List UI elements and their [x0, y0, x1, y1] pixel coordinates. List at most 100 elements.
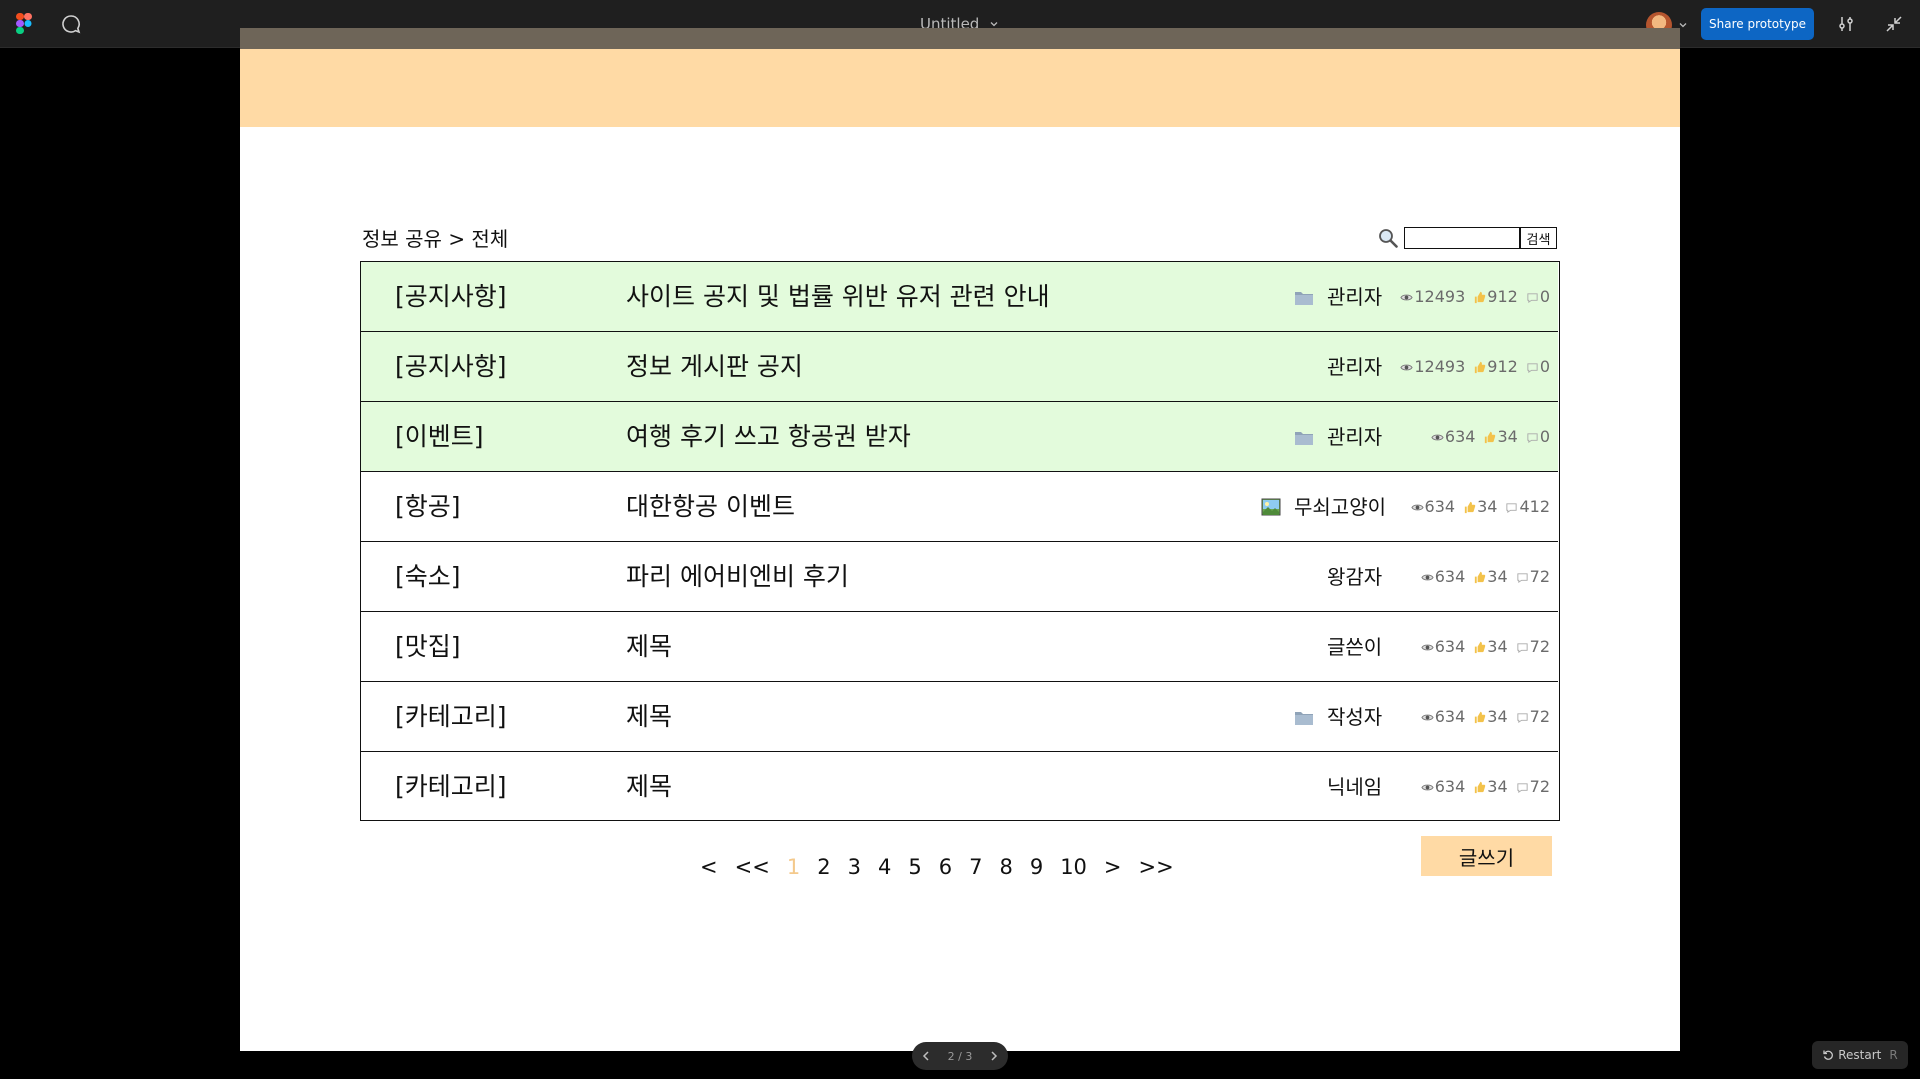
- likes-stat: 34: [1463, 471, 1497, 543]
- post-row[interactable]: [카테고리] 제목 닉네임 634 34 72: [361, 752, 1558, 822]
- views-stat: 12493: [1400, 261, 1465, 333]
- likes-count: 34: [1497, 427, 1518, 446]
- post-row[interactable]: [이벤트] 여행 후기 쓰고 항공권 받자 관리자 634 34 0: [361, 402, 1558, 472]
- post-title-link[interactable]: 대한항공 이벤트: [626, 472, 795, 542]
- likes-count: 34: [1487, 707, 1508, 726]
- comment-bubble-icon: [1517, 712, 1528, 723]
- post-row[interactable]: [맛집] 제목 글쓴이 634 34 72: [361, 612, 1558, 682]
- likes-stat: 34: [1473, 751, 1508, 823]
- post-row[interactable]: [공지사항] 정보 게시판 공지 관리자 12493 912 0: [361, 332, 1558, 402]
- page-number-4[interactable]: 4: [878, 855, 891, 879]
- search-button[interactable]: 검색: [1520, 227, 1557, 249]
- post-author: 관리자: [1327, 285, 1383, 309]
- thumbs-up-icon: [1475, 361, 1486, 373]
- post-row[interactable]: [숙소] 파리 에어비엔비 후기 왕감자 634 34 72: [361, 542, 1558, 612]
- views-stat: 12493: [1400, 331, 1465, 403]
- post-category: [공지사항]: [395, 282, 507, 311]
- thumbs-up-icon: [1464, 501, 1476, 513]
- likes-count: 34: [1487, 777, 1508, 796]
- post-author: 왕감자: [1327, 565, 1383, 589]
- post-category: [항공]: [395, 492, 461, 521]
- breadcrumb: 정보 공유 > 전체: [362, 227, 509, 251]
- views-count: 634: [1434, 707, 1466, 726]
- search-input[interactable]: [1404, 227, 1520, 249]
- first-page-button[interactable]: <<: [735, 855, 770, 879]
- folder-icon: [1295, 432, 1313, 445]
- comment-bubble-icon: [1527, 292, 1538, 303]
- settings-sliders-icon[interactable]: [1836, 14, 1856, 34]
- post-title-link[interactable]: 제목: [626, 752, 672, 822]
- likes-stat: 34: [1483, 401, 1518, 473]
- views-stat: 634: [1410, 471, 1455, 543]
- last-page-button[interactable]: >>: [1139, 855, 1174, 879]
- comment-icon[interactable]: [60, 13, 82, 35]
- collapse-icon[interactable]: [1884, 14, 1904, 34]
- thumbs-up-icon: [1485, 431, 1496, 443]
- post-row[interactable]: [카테고리] 제목 작성자 634 34 72: [361, 682, 1558, 752]
- post-stats: 12493 912 0: [1392, 262, 1550, 332]
- views-stat: 634: [1421, 681, 1466, 753]
- chevron-right-icon[interactable]: [988, 1050, 1000, 1062]
- thumbs-up-icon: [1475, 291, 1486, 303]
- eye-icon: [1431, 434, 1444, 440]
- page-number-10[interactable]: 10: [1060, 855, 1087, 879]
- header-band-shadow: [240, 28, 1680, 49]
- figma-logo-icon[interactable]: [14, 12, 34, 36]
- eye-icon: [1421, 574, 1434, 580]
- next-page-button[interactable]: >: [1104, 855, 1122, 879]
- comments-count: 0: [1539, 287, 1550, 306]
- comments-count: 412: [1519, 497, 1550, 516]
- views-stat: 634: [1421, 541, 1466, 613]
- likes-count: 912: [1487, 357, 1518, 376]
- thumbs-up-icon: [1475, 711, 1486, 723]
- post-title-link[interactable]: 여행 후기 쓰고 항공권 받자: [626, 402, 911, 472]
- page-number-8[interactable]: 8: [999, 855, 1012, 879]
- post-title-link[interactable]: 사이트 공지 및 법률 위반 유저 관련 안내: [626, 262, 1050, 332]
- page-number-6[interactable]: 6: [939, 855, 952, 879]
- post-category: [숙소]: [395, 562, 461, 591]
- post-title-link[interactable]: 제목: [626, 682, 672, 752]
- comments-stat: 72: [1516, 611, 1550, 683]
- page-number-9[interactable]: 9: [1030, 855, 1043, 879]
- views-count: 634: [1434, 567, 1466, 586]
- post-stats: 634 34 0: [1423, 402, 1550, 472]
- views-stat: 634: [1421, 751, 1465, 823]
- restart-label: Restart: [1838, 1048, 1882, 1062]
- post-category: [이벤트]: [395, 422, 484, 451]
- header-band: [240, 49, 1680, 127]
- post-title-link[interactable]: 제목: [626, 612, 672, 682]
- post-stats: 634 34 412: [1403, 472, 1550, 542]
- likes-stat: 34: [1473, 681, 1508, 753]
- page-number-2[interactable]: 2: [817, 855, 830, 879]
- views-count: 12493: [1414, 357, 1466, 376]
- comments-count: 0: [1539, 357, 1550, 376]
- restart-button[interactable]: Restart R: [1812, 1041, 1908, 1069]
- likes-count: 34: [1477, 497, 1498, 516]
- comments-stat: 0: [1526, 331, 1550, 403]
- write-post-button[interactable]: 글쓰기: [1421, 836, 1552, 876]
- post-stats: 634 34 72: [1413, 682, 1550, 752]
- comment-bubble-icon: [1517, 572, 1528, 583]
- likes-stat: 34: [1473, 611, 1508, 683]
- thumbs-up-icon: [1475, 781, 1486, 793]
- chevron-left-icon[interactable]: [920, 1050, 932, 1062]
- page-number-1[interactable]: 1: [787, 855, 800, 879]
- post-row[interactable]: [항공] 대한항공 이벤트 무쇠고양이 634 34 412: [361, 472, 1558, 542]
- post-title-link[interactable]: 정보 게시판 공지: [626, 332, 803, 402]
- page-number-7[interactable]: 7: [969, 855, 982, 879]
- likes-count: 34: [1487, 637, 1508, 656]
- page-number-3[interactable]: 3: [848, 855, 861, 879]
- post-category: [공지사항]: [395, 352, 507, 381]
- post-title-link[interactable]: 파리 에어비엔비 후기: [626, 542, 849, 612]
- page-number-5[interactable]: 5: [908, 855, 921, 879]
- thumbs-up-icon: [1475, 641, 1486, 653]
- prev-page-button[interactable]: <: [700, 855, 718, 879]
- post-list: [공지사항] 사이트 공지 및 법률 위반 유저 관련 안내 관리자 12493 912…: [360, 261, 1560, 821]
- post-author: 관리자: [1327, 425, 1383, 449]
- comments-stat: 0: [1526, 261, 1550, 333]
- prototype-frame: 정보 공유 > 전체 검색 [공지사항] 사이트 공지 및 법률 위반 유저 관련…: [240, 28, 1680, 1051]
- share-prototype-button[interactable]: Share prototype: [1701, 8, 1814, 40]
- comments-stat: 0: [1526, 401, 1550, 473]
- post-row[interactable]: [공지사항] 사이트 공지 및 법률 위반 유저 관련 안내 관리자 12493 912…: [361, 262, 1558, 332]
- post-stats: 634 34 72: [1413, 612, 1550, 682]
